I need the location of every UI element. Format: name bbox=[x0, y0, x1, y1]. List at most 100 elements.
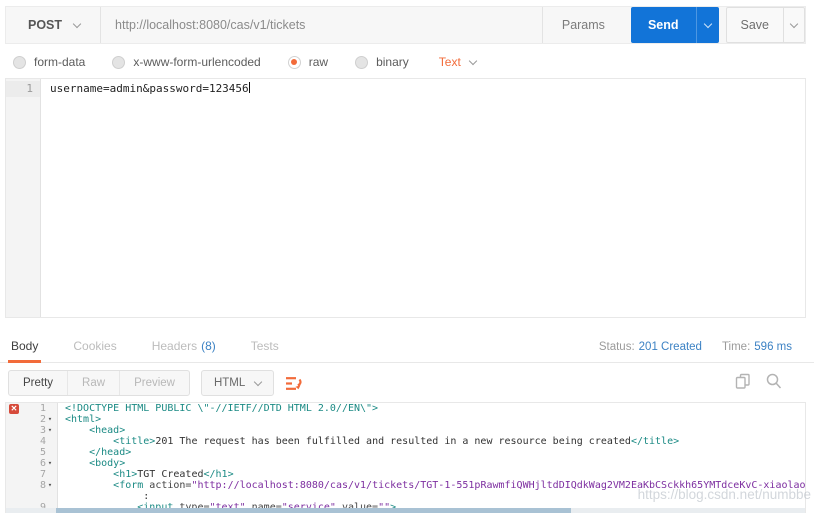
chevron-down-icon bbox=[703, 19, 712, 28]
body-mode-binary[interactable]: binary bbox=[355, 55, 409, 69]
response-actions bbox=[735, 373, 782, 390]
code-segment: : bbox=[65, 491, 150, 502]
code-text: <h1>TGT Created</h1> bbox=[58, 469, 233, 480]
gutter-cell: 8 ▾ bbox=[6, 480, 58, 491]
body-mode-label: form-data bbox=[34, 55, 86, 69]
radio-icon bbox=[355, 55, 369, 69]
fold-caret-icon[interactable]: ▾ bbox=[46, 414, 54, 425]
response-body-viewer[interactable]: ✕ 1 <!DOCTYPE HTML PUBLIC \"-//IETF//DTD H… bbox=[5, 402, 806, 513]
save-label[interactable]: Save bbox=[727, 8, 784, 42]
code-segment: <h1> bbox=[113, 469, 138, 480]
gutter-cell bbox=[6, 491, 58, 502]
tab-label: Tests bbox=[250, 339, 279, 353]
status-value: 201 Created bbox=[638, 340, 702, 353]
method-label: POST bbox=[28, 18, 63, 32]
code-text: <!DOCTYPE HTML PUBLIC \"-//IETF//DTD HTM… bbox=[58, 403, 378, 414]
send-dropdown[interactable] bbox=[695, 7, 719, 43]
view-tab-pretty[interactable]: Pretty bbox=[9, 371, 69, 395]
tab-label: Cookies bbox=[73, 339, 117, 353]
view-tab-preview[interactable]: Preview bbox=[120, 371, 189, 395]
tab-count: (8) bbox=[201, 339, 216, 353]
search-icon bbox=[766, 373, 782, 389]
save-button[interactable]: Save bbox=[725, 7, 805, 43]
fold-caret-icon[interactable]: ▾ bbox=[46, 425, 54, 436]
chevron-down-icon bbox=[468, 56, 478, 65]
beautify-icon bbox=[286, 376, 302, 390]
body-mode-raw[interactable]: raw bbox=[287, 55, 329, 69]
send-label[interactable]: Send bbox=[631, 7, 696, 43]
code-line: 8 ▾ <form action="http://localhost:8080/c… bbox=[6, 480, 805, 491]
tab-tests[interactable]: Tests bbox=[251, 330, 279, 363]
line-number: 1 bbox=[39, 403, 46, 414]
code-text: <form action="http://localhost:8080/cas/… bbox=[58, 480, 806, 491]
response-code: ✕ 1 <!DOCTYPE HTML PUBLIC \"-//IETF//DTD H… bbox=[6, 403, 805, 512]
code-segment: <!DOCTYPE HTML PUBLIC \"-//IETF//DTD HTM… bbox=[65, 403, 379, 414]
line-number: 4 bbox=[39, 436, 46, 447]
tab-cookies[interactable]: Cookies bbox=[73, 330, 116, 363]
code-segment: </title> bbox=[630, 436, 680, 447]
code-line: : bbox=[6, 491, 805, 502]
url-input[interactable]: http://localhost:8080/cas/v1/tickets bbox=[101, 7, 542, 43]
horizontal-scrollbar[interactable] bbox=[6, 508, 805, 513]
code-segment: "http://localhost:8080/cas/v1/tickets/TG… bbox=[191, 480, 806, 491]
gutter-cell: 5 bbox=[6, 447, 58, 458]
url-text: http://localhost:8080/cas/v1/tickets bbox=[115, 18, 306, 32]
code-text: <head> bbox=[58, 425, 125, 436]
scrollbar-thumb[interactable] bbox=[56, 508, 571, 513]
status-badge: Status: 201 Created bbox=[598, 340, 702, 353]
code-line: 6 ▾ <body> bbox=[6, 458, 805, 469]
copy-icon bbox=[735, 373, 750, 389]
code-segment: <html> bbox=[65, 414, 102, 425]
fold-caret-icon[interactable]: ▾ bbox=[46, 480, 54, 491]
tab-headers[interactable]: Headers (8) bbox=[152, 330, 216, 363]
code-line: 2 ▾ <html> bbox=[6, 414, 805, 425]
gutter-cell: 4 bbox=[6, 436, 58, 447]
body-mode-list: form-data x-www-form-urlencoded raw binary bbox=[13, 55, 409, 69]
app-root: POST http://localhost:8080/cas/v1/ticket… bbox=[0, 0, 814, 513]
body-mode-label: raw bbox=[308, 55, 329, 69]
params-button[interactable]: Params bbox=[541, 7, 624, 43]
chevron-down-icon bbox=[72, 19, 82, 28]
tab-label: Body bbox=[11, 339, 39, 353]
chevron-down-icon bbox=[789, 19, 799, 28]
code-segment: <title> bbox=[113, 436, 156, 447]
code-segment: 201 The request has been fulfilled and r… bbox=[155, 436, 631, 447]
code-segment: <body> bbox=[89, 458, 126, 469]
body-mode-row: form-data x-www-form-urlencoded raw binary … bbox=[13, 51, 478, 73]
code-line: ✕ 1 <!DOCTYPE HTML PUBLIC \"-//IETF//DTD H… bbox=[6, 403, 805, 414]
copy-button[interactable] bbox=[735, 373, 751, 390]
beautify-button[interactable] bbox=[285, 376, 302, 391]
error-icon: ✕ bbox=[9, 403, 19, 414]
body-mode-form-data[interactable]: form-data bbox=[13, 55, 85, 69]
code-text: <title>201 The request has been fulfille… bbox=[58, 436, 679, 447]
code-text: <body> bbox=[58, 458, 125, 469]
response-status: Status: 201 Created Time: 596 ms bbox=[599, 330, 792, 363]
code-segment: </head> bbox=[89, 447, 132, 458]
format-dropdown[interactable]: HTML bbox=[200, 370, 275, 396]
time-badge: Time: 596 ms bbox=[721, 340, 792, 353]
code-line: 4 <title>201 The request has been fulfil… bbox=[6, 436, 805, 447]
request-body-editor[interactable]: 1 username=admin&password=123456 bbox=[5, 78, 806, 318]
radio-icon bbox=[287, 55, 301, 69]
code-line: 3 ▾ <head> bbox=[6, 425, 805, 436]
line-number: 5 bbox=[39, 447, 46, 458]
body-mode-x-www-form-urlencoded[interactable]: x-www-form-urlencoded bbox=[112, 55, 261, 69]
tab-body[interactable]: Body bbox=[7, 330, 42, 363]
view-tab-raw[interactable]: Raw bbox=[68, 371, 121, 395]
method-dropdown[interactable]: POST bbox=[6, 7, 102, 43]
search-button[interactable] bbox=[766, 373, 782, 390]
line-number: 7 bbox=[39, 469, 46, 480]
radio-icon bbox=[13, 55, 26, 69]
save-dropdown[interactable] bbox=[783, 8, 804, 42]
request-body-text[interactable]: username=admin&password=123456 bbox=[41, 79, 250, 317]
fold-caret-icon[interactable]: ▾ bbox=[46, 458, 54, 469]
response-toolbar: Pretty Raw Preview HTML bbox=[8, 370, 302, 396]
gutter-cell: 2 ▾ bbox=[6, 414, 58, 425]
raw-type-dropdown[interactable]: Text bbox=[439, 55, 478, 69]
send-button[interactable]: Send bbox=[630, 7, 719, 43]
body-mode-label: x-www-form-urlencoded bbox=[133, 55, 261, 69]
code-line: 5 </head> bbox=[6, 447, 805, 458]
